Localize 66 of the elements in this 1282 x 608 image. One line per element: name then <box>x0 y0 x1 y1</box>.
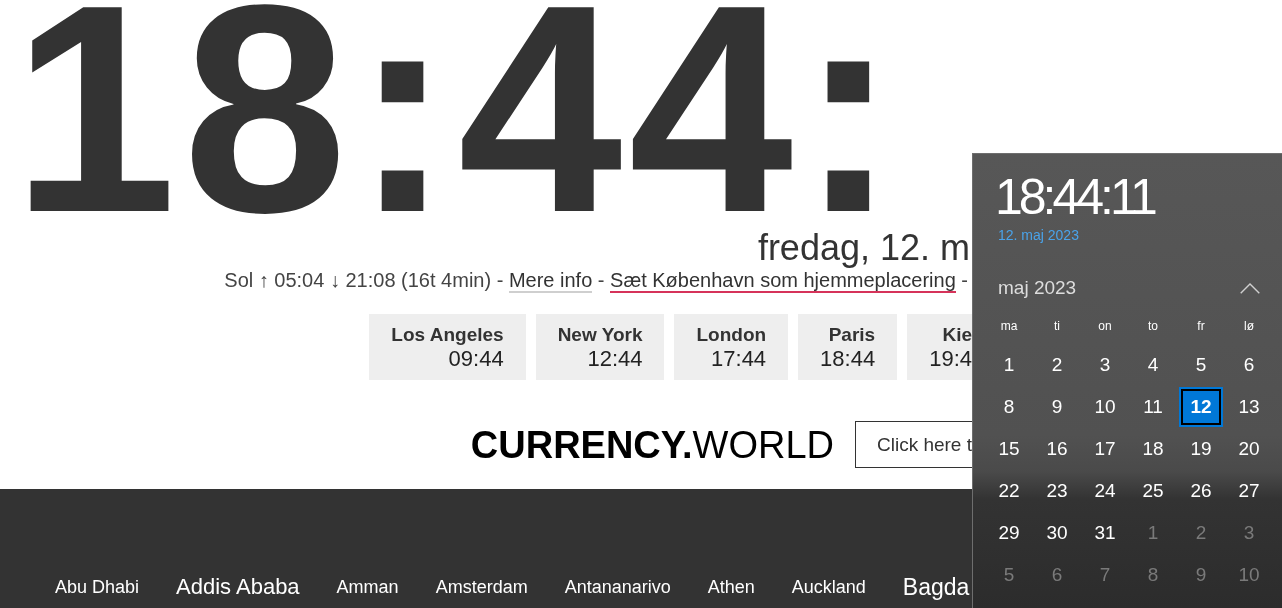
weekday-label: ma <box>1000 318 1018 334</box>
city-card[interactable]: New York 12:44 <box>535 314 665 380</box>
calendar-day[interactable]: 23 <box>1035 471 1079 511</box>
month-year-label[interactable]: maj 2023 <box>998 276 1077 300</box>
city-name: Los Angeles <box>391 323 504 346</box>
footer-city-link[interactable]: Amman <box>336 572 399 602</box>
calendar-day[interactable]: 4 <box>1131 345 1175 385</box>
calendar-day[interactable]: 9 <box>1035 387 1079 427</box>
date-heading: fredag, 12. m <box>757 228 970 268</box>
weekday-label: lø <box>1244 318 1254 334</box>
weekday-label: on <box>1098 318 1112 334</box>
weekday-label: to <box>1148 318 1158 334</box>
calendar-day[interactable]: 24 <box>1083 471 1127 511</box>
footer-city-link[interactable]: Antananarivo <box>564 572 671 602</box>
calendar-day[interactable]: 31 <box>1083 513 1127 553</box>
big-clock-time: 18:44: <box>12 0 904 217</box>
footer-city-link[interactable]: Auckland <box>791 572 866 602</box>
sun-info-text: Sol ↑ 05:04 ↓ 21:08 (16t 4min) - Mere info - Sæt København som hjemmeplacering - <box>224 268 968 292</box>
more-info-link[interactable]: Mere info <box>508 269 593 293</box>
footer-city-link[interactable]: Athen <box>707 572 755 602</box>
calendar-day[interactable]: 22 <box>987 471 1031 511</box>
calendar-day[interactable]: 27 <box>1227 471 1271 511</box>
weekday-label: ti <box>1054 318 1060 334</box>
calendar-day[interactable]: 17 <box>1083 429 1127 469</box>
city-time: 09:44 <box>448 345 504 371</box>
calendar-day[interactable]: 29 <box>987 513 1031 553</box>
city-card[interactable]: London 17:44 <box>674 314 789 380</box>
calendar-day[interactable]: 5 <box>1179 345 1223 385</box>
city-card[interactable]: Los Angeles 09:44 <box>369 314 526 380</box>
calendar-day[interactable]: 26 <box>1179 471 1223 511</box>
city-time: 17:44 <box>711 345 767 371</box>
calendar-day[interactable]: 11 <box>1131 387 1175 427</box>
calendar-day[interactable]: 8 <box>987 387 1031 427</box>
calendar-day[interactable]: 1 <box>987 345 1031 385</box>
calendar-day[interactable]: 30 <box>1035 513 1079 553</box>
flyout-time: 18:44:11 <box>995 169 1154 225</box>
footer-city-link[interactable]: Abu Dhabi <box>55 572 140 602</box>
footer-city-link[interactable]: Bagda <box>902 572 970 602</box>
city-name: Kie <box>942 323 972 346</box>
city-card[interactable]: Kie 19:4 <box>907 314 972 380</box>
currency-world-logo: CURRENCY.WORLD <box>470 422 834 467</box>
footer-city-link[interactable]: Addis Ababa <box>176 572 300 602</box>
city-name: Paris <box>828 323 876 346</box>
calendar-day[interactable]: 25 <box>1131 471 1175 511</box>
calendar-day[interactable]: 2 <box>1035 345 1079 385</box>
calendar-day[interactable]: 19 <box>1179 429 1223 469</box>
calendar-day[interactable]: 13 <box>1227 387 1271 427</box>
city-name: London <box>696 323 767 346</box>
calendar-day[interactable]: 10 <box>1083 387 1127 427</box>
currency-button[interactable]: Click here t <box>854 421 972 468</box>
weekday-label: fr <box>1197 318 1205 334</box>
calendar-day[interactable]: 12 <box>1179 387 1223 427</box>
calendar-day[interactable]: 20 <box>1227 429 1271 469</box>
calendar-day[interactable]: 3 <box>1083 345 1127 385</box>
calendar-day[interactable]: 6 <box>1227 345 1271 385</box>
footer-city-link[interactable]: Amsterdam <box>435 572 528 602</box>
calendar-day[interactable]: 18 <box>1131 429 1175 469</box>
calendar-day[interactable]: 15 <box>987 429 1031 469</box>
city-name: New York <box>557 323 643 346</box>
city-time: 18:44 <box>820 345 876 371</box>
city-time: 12:44 <box>587 345 643 371</box>
calendar-day[interactable]: 16 <box>1035 429 1079 469</box>
chevron-up-icon[interactable] <box>1240 282 1260 294</box>
city-card[interactable]: Paris 18:44 <box>798 314 898 380</box>
city-time: 19:4 <box>929 345 972 371</box>
set-home-location-link[interactable]: Sæt København som hjemmeplacering <box>610 269 956 293</box>
